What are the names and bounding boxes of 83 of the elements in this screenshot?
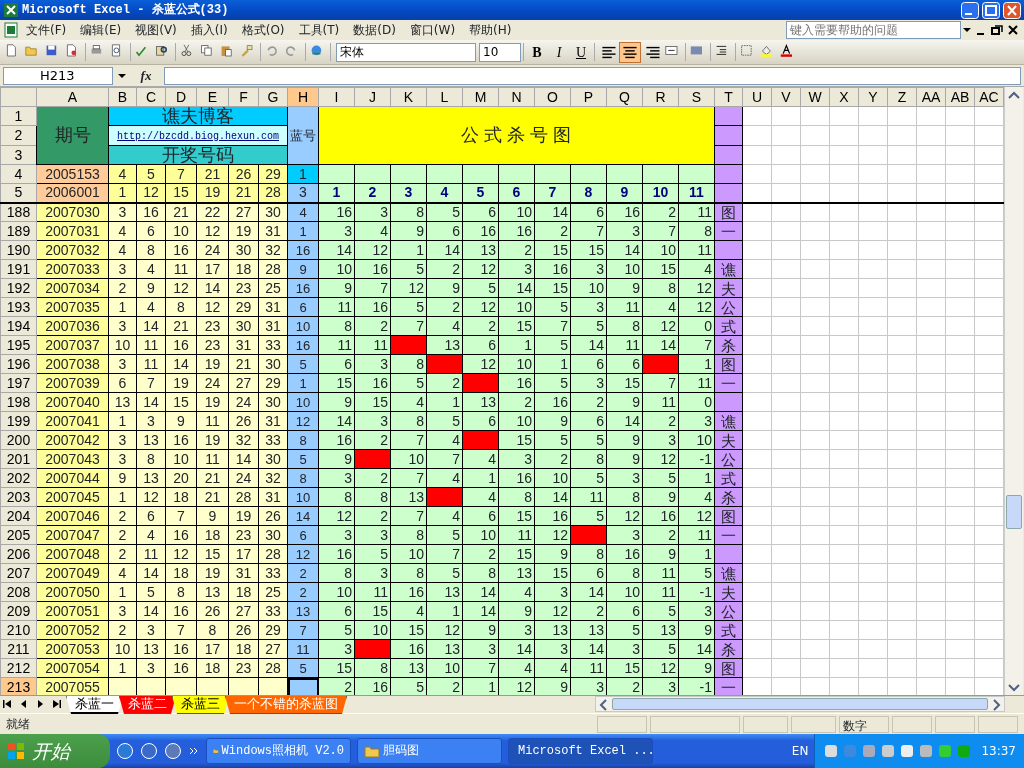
column-header[interactable]: G <box>258 87 288 107</box>
vertical-scrollbar[interactable] <box>1004 87 1023 695</box>
status-text: 就绪 <box>6 716 31 733</box>
font-name-field[interactable]: 宋体 <box>336 42 476 62</box>
status-panel <box>791 715 836 733</box>
table-cell: 蓝号 <box>287 106 319 165</box>
document-icon[interactable] <box>3 22 19 38</box>
menu-item[interactable]: 窗口(W) <box>402 20 463 40</box>
status-panel <box>597 715 647 733</box>
status-panel <box>935 715 975 733</box>
menu-item[interactable]: 视图(V) <box>128 20 184 40</box>
menu-item[interactable]: 工具(T) <box>291 20 347 40</box>
menu-item[interactable]: 数据(D) <box>346 20 403 40</box>
scroll-thumb[interactable] <box>1006 495 1022 529</box>
function-button[interactable]: fx <box>131 65 161 86</box>
clock: 13:37 <box>981 743 1016 760</box>
column-header[interactable]: S <box>678 87 715 107</box>
windows-logo-icon <box>6 741 26 761</box>
column-header[interactable]: A <box>36 87 109 107</box>
scroll-thumb[interactable] <box>612 698 988 710</box>
column-header[interactable]: D <box>165 87 197 107</box>
column-header[interactable]: B <box>108 87 137 107</box>
column-header[interactable]: AC <box>974 87 1004 107</box>
name-box[interactable]: H213 <box>3 66 113 85</box>
folder-icon <box>364 743 380 759</box>
table-cell: 期号 <box>36 106 109 165</box>
column-header[interactable]: V <box>771 87 801 107</box>
status-panel <box>892 715 932 733</box>
column-header[interactable]: C <box>136 87 166 107</box>
row-header[interactable]: 2 <box>0 125 37 146</box>
menu-item[interactable]: 格式(O) <box>234 20 292 40</box>
align-center-icon[interactable] <box>619 41 641 63</box>
column-header[interactable]: Y <box>858 87 888 107</box>
chevron-icon[interactable] <box>188 745 200 757</box>
column-header[interactable]: J <box>354 87 391 107</box>
chart-title: 公 式 杀 号 图 <box>318 106 715 165</box>
column-header[interactable]: R <box>642 87 679 107</box>
column-header[interactable]: W <box>800 87 830 107</box>
formula-field[interactable] <box>164 66 1021 85</box>
status-panel <box>743 715 788 733</box>
close-icon[interactable] <box>1003 1 1021 19</box>
status-panel <box>978 715 1018 733</box>
column-header[interactable]: N <box>498 87 535 107</box>
font-size-field[interactable]: 10 <box>479 42 521 62</box>
italic-button[interactable]: I <box>548 41 570 63</box>
column-header[interactable]: F <box>228 87 259 107</box>
menu-item[interactable]: 文件(F) <box>19 20 74 40</box>
maximize-icon[interactable] <box>982 1 1000 19</box>
sheet-tab[interactable]: 杀蓝三 <box>172 696 229 714</box>
column-header[interactable]: AB <box>945 87 975 107</box>
column-header[interactable]: L <box>426 87 463 107</box>
window-title: Microsoft Excel - 杀蓝公式(33) <box>22 1 230 19</box>
menu-item[interactable]: 插入(I) <box>183 20 235 40</box>
taskbar-button[interactable]: Microsoft Excel ... <box>508 738 653 764</box>
sheet-tab[interactable]: 杀蓝一 <box>66 696 123 714</box>
excel-icon <box>3 2 19 18</box>
column-header[interactable]: AA <box>916 87 946 107</box>
taskbar-button[interactable]: Windows照相机 V2.0 <box>206 738 351 764</box>
column-header[interactable]: Q <box>606 87 643 107</box>
column-header[interactable]: T <box>714 87 743 107</box>
minimize-icon[interactable] <box>961 1 979 19</box>
column-header[interactable]: I <box>318 87 355 107</box>
column-header[interactable]: O <box>534 87 571 107</box>
column-header[interactable]: U <box>742 87 772 107</box>
horizontal-scrollbar[interactable] <box>595 696 1005 712</box>
column-header[interactable]: M <box>462 87 499 107</box>
underline-button[interactable]: U <box>570 41 592 63</box>
sheet-tab[interactable]: 杀蓝二 <box>119 696 176 714</box>
taskbar-button[interactable]: 胆码图 <box>357 738 502 764</box>
column-header[interactable]: X <box>829 87 859 107</box>
column-header[interactable]: K <box>390 87 427 107</box>
help-search-field[interactable]: 键入需要帮助的问题 <box>786 21 961 39</box>
restore-icon[interactable] <box>989 22 1005 38</box>
bold-button[interactable]: B <box>526 41 548 63</box>
menu-item[interactable]: 编辑(E) <box>73 20 129 40</box>
language-indicator[interactable]: EN <box>791 742 809 760</box>
status-mode: 数字 <box>839 715 889 733</box>
menu-item[interactable]: 帮助(H) <box>462 20 519 40</box>
column-header[interactable]: P <box>570 87 607 107</box>
column-header[interactable]: Z <box>887 87 917 107</box>
column-header[interactable]: E <box>196 87 229 107</box>
column-header[interactable]: H <box>287 87 319 107</box>
start-button[interactable]: 开始 <box>0 734 110 768</box>
